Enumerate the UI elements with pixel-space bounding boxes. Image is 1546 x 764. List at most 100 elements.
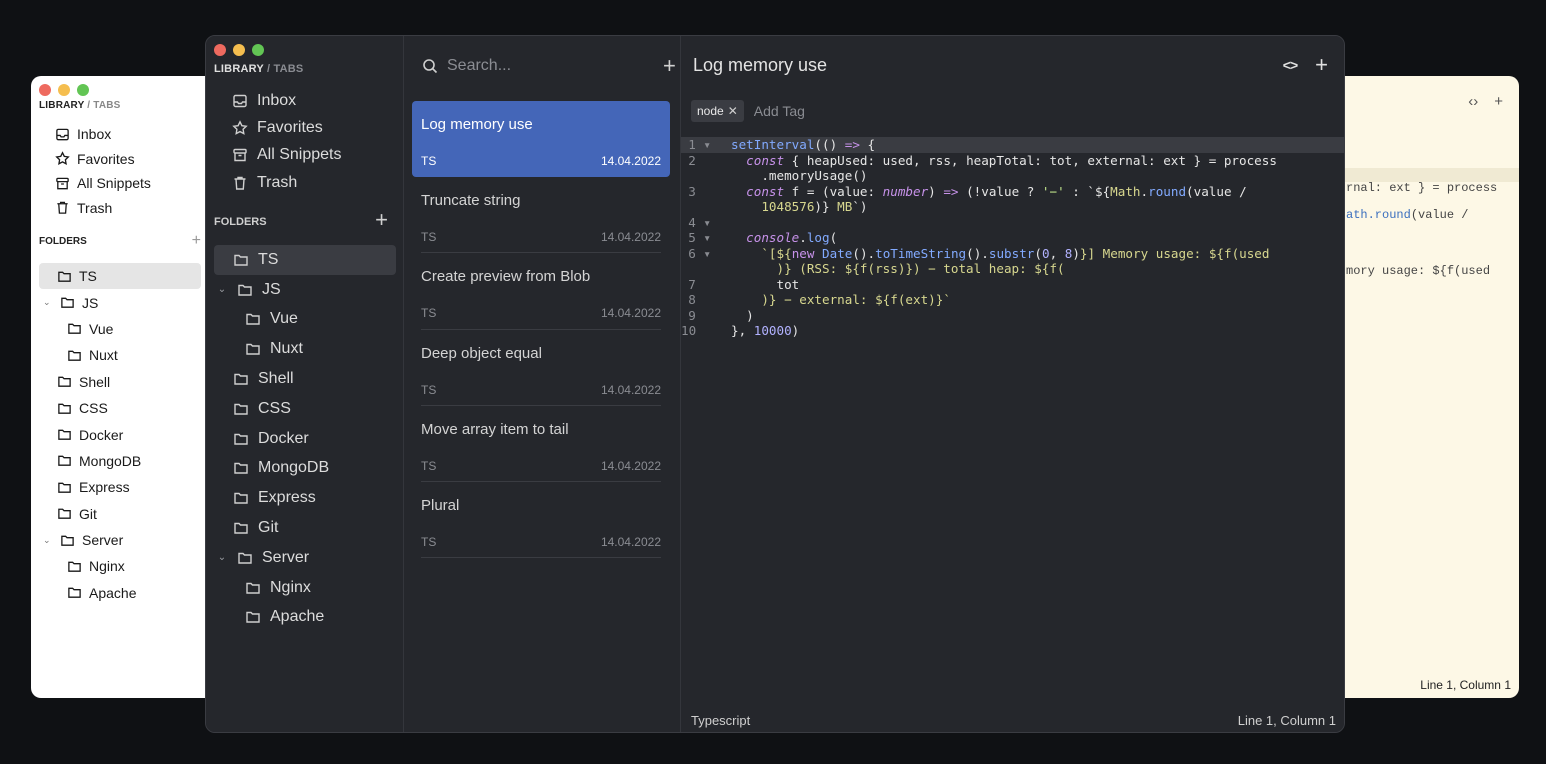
- folder-item[interactable]: Express: [39, 474, 201, 500]
- add-folder-button[interactable]: +: [375, 209, 388, 231]
- star-icon: [55, 151, 70, 166]
- code-text: const { heapUsed: used, rss, heapTotal: …: [746, 152, 1277, 168]
- folder-item[interactable]: Docker: [39, 421, 201, 447]
- snippet-item[interactable]: Create preview from Blob TS 14.04.2022: [412, 253, 670, 330]
- tag-chip[interactable]: node ✕: [691, 100, 744, 122]
- nav-item-inbox[interactable]: Inbox: [232, 87, 342, 114]
- zoom-window-button[interactable]: [252, 44, 264, 56]
- snippet-item[interactable]: Deep object equal TS 14.04.2022: [412, 330, 670, 406]
- folder-item[interactable]: Shell: [39, 369, 201, 395]
- fold-icon: ▾: [703, 214, 711, 230]
- folder-icon: [60, 533, 75, 548]
- code-line: 9 ): [681, 308, 1344, 324]
- folder-label: TS: [258, 250, 279, 268]
- folder-item[interactable]: ⌄ Server: [214, 543, 396, 573]
- folder-item[interactable]: TS: [39, 263, 201, 290]
- folder-item[interactable]: ⌄ Server: [39, 527, 201, 553]
- folder-label: Apache: [270, 608, 325, 626]
- folder-label: Docker: [79, 426, 124, 443]
- nav-item-trash[interactable]: Trash: [55, 196, 151, 221]
- folder-label: Express: [79, 479, 130, 496]
- language-selector[interactable]: Typescript: [691, 713, 750, 728]
- add-fragment-button[interactable]: +: [1315, 54, 1328, 76]
- folder-item[interactable]: Apache: [39, 580, 201, 606]
- folder-icon: [57, 480, 72, 495]
- folder-item[interactable]: Nginx: [214, 573, 396, 603]
- minimize-window-button[interactable]: [58, 84, 70, 96]
- folder-icon: [57, 453, 72, 468]
- nav-item-all-snippets[interactable]: All Snippets: [232, 142, 342, 169]
- folder-item[interactable]: TS: [214, 245, 396, 275]
- snippet-name-field[interactable]: Log memory use: [693, 55, 827, 76]
- folder-item[interactable]: MongoDB: [39, 448, 201, 474]
- folder-item[interactable]: CSS: [39, 395, 201, 421]
- folders-header: FOLDERS +: [214, 209, 388, 231]
- add-snippet-button[interactable]: +: [663, 55, 676, 77]
- folder-item[interactable]: CSS: [214, 394, 396, 424]
- snippet-language: TS: [421, 382, 437, 397]
- background-window-cream: ‹› + rnal: ext } = process ath.round(val…: [1320, 76, 1519, 698]
- minimize-window-button[interactable]: [233, 44, 245, 56]
- folder-item[interactable]: Apache: [214, 603, 396, 633]
- archive-icon: [55, 176, 70, 191]
- close-window-button[interactable]: [214, 44, 226, 56]
- line-number: 2: [688, 152, 696, 168]
- code-preview-icon[interactable]: ‹›: [1468, 93, 1478, 110]
- folder-item[interactable]: Git: [214, 513, 396, 543]
- folders-header-label: FOLDERS: [214, 216, 267, 228]
- folder-item[interactable]: Vue: [214, 305, 396, 335]
- code-preview-icon[interactable]: <>: [1283, 57, 1298, 73]
- cursor-position: Line 1, Column 1: [1237, 713, 1336, 728]
- code-text: ): [731, 307, 754, 323]
- folder-icon: [57, 374, 72, 389]
- nav-item-inbox[interactable]: Inbox: [55, 122, 151, 147]
- nav-item-label: Trash: [257, 173, 298, 191]
- add-folder-button[interactable]: +: [192, 232, 201, 250]
- trash-icon: [55, 200, 70, 215]
- chevron-down-icon[interactable]: ⌄: [216, 284, 228, 295]
- chevron-down-icon[interactable]: ⌄: [43, 535, 53, 546]
- library-link[interactable]: LIBRARY: [39, 100, 84, 111]
- folder-item[interactable]: Shell: [214, 364, 396, 394]
- snippet-language: TS: [421, 534, 437, 549]
- snippet-item[interactable]: Move array item to tail TS 14.04.2022: [412, 406, 670, 482]
- tabs-link[interactable]: TABS: [93, 100, 120, 111]
- folder-label: Git: [79, 505, 97, 522]
- folder-item[interactable]: Nuxt: [214, 334, 396, 364]
- snippet-item[interactable]: Plural TS 14.04.2022: [412, 482, 670, 559]
- folder-item[interactable]: Nginx: [39, 553, 201, 579]
- zoom-window-button[interactable]: [77, 84, 89, 96]
- close-icon[interactable]: ✕: [728, 104, 738, 118]
- folders-header: FOLDERS +: [39, 232, 201, 250]
- folder-item[interactable]: ⌄ JS: [39, 289, 201, 315]
- chevron-down-icon[interactable]: ⌄: [216, 552, 228, 563]
- nav-item-favorites[interactable]: Favorites: [232, 114, 342, 141]
- folder-item[interactable]: Git: [39, 501, 201, 527]
- snippet-item[interactable]: Log memory use TS 14.04.2022: [412, 101, 670, 178]
- folder-item[interactable]: ⌄ JS: [214, 275, 396, 305]
- folder-label: MongoDB: [258, 459, 330, 477]
- folder-icon: [245, 341, 261, 357]
- nav-item-label: Trash: [77, 199, 113, 216]
- folder-item[interactable]: MongoDB: [214, 454, 396, 484]
- close-window-button[interactable]: [39, 84, 51, 96]
- nav-item-favorites[interactable]: Favorites: [55, 147, 151, 172]
- tabs-link[interactable]: TABS: [273, 63, 303, 75]
- search-input[interactable]: [447, 57, 654, 75]
- folder-icon: [233, 252, 249, 268]
- snippet-item[interactable]: Truncate string TS 14.04.2022: [412, 177, 670, 254]
- add-tag-input[interactable]: [753, 103, 844, 119]
- folder-icon: [233, 460, 249, 476]
- library-link[interactable]: LIBRARY: [214, 63, 264, 75]
- folder-item[interactable]: Nuxt: [39, 342, 201, 368]
- folder-item[interactable]: Express: [214, 483, 396, 513]
- line-number: [681, 261, 731, 277]
- chevron-down-icon[interactable]: ⌄: [43, 297, 53, 308]
- folder-item[interactable]: Vue: [39, 316, 201, 342]
- line-number: 3: [688, 183, 696, 199]
- add-icon[interactable]: +: [1494, 93, 1503, 110]
- folder-item[interactable]: Docker: [214, 424, 396, 454]
- nav-item-trash[interactable]: Trash: [232, 169, 342, 196]
- code-editor[interactable]: 1 ▾ setInterval(() => { 2 const { heapUse…: [681, 137, 1344, 339]
- nav-item-all-snippets[interactable]: All Snippets: [55, 171, 151, 196]
